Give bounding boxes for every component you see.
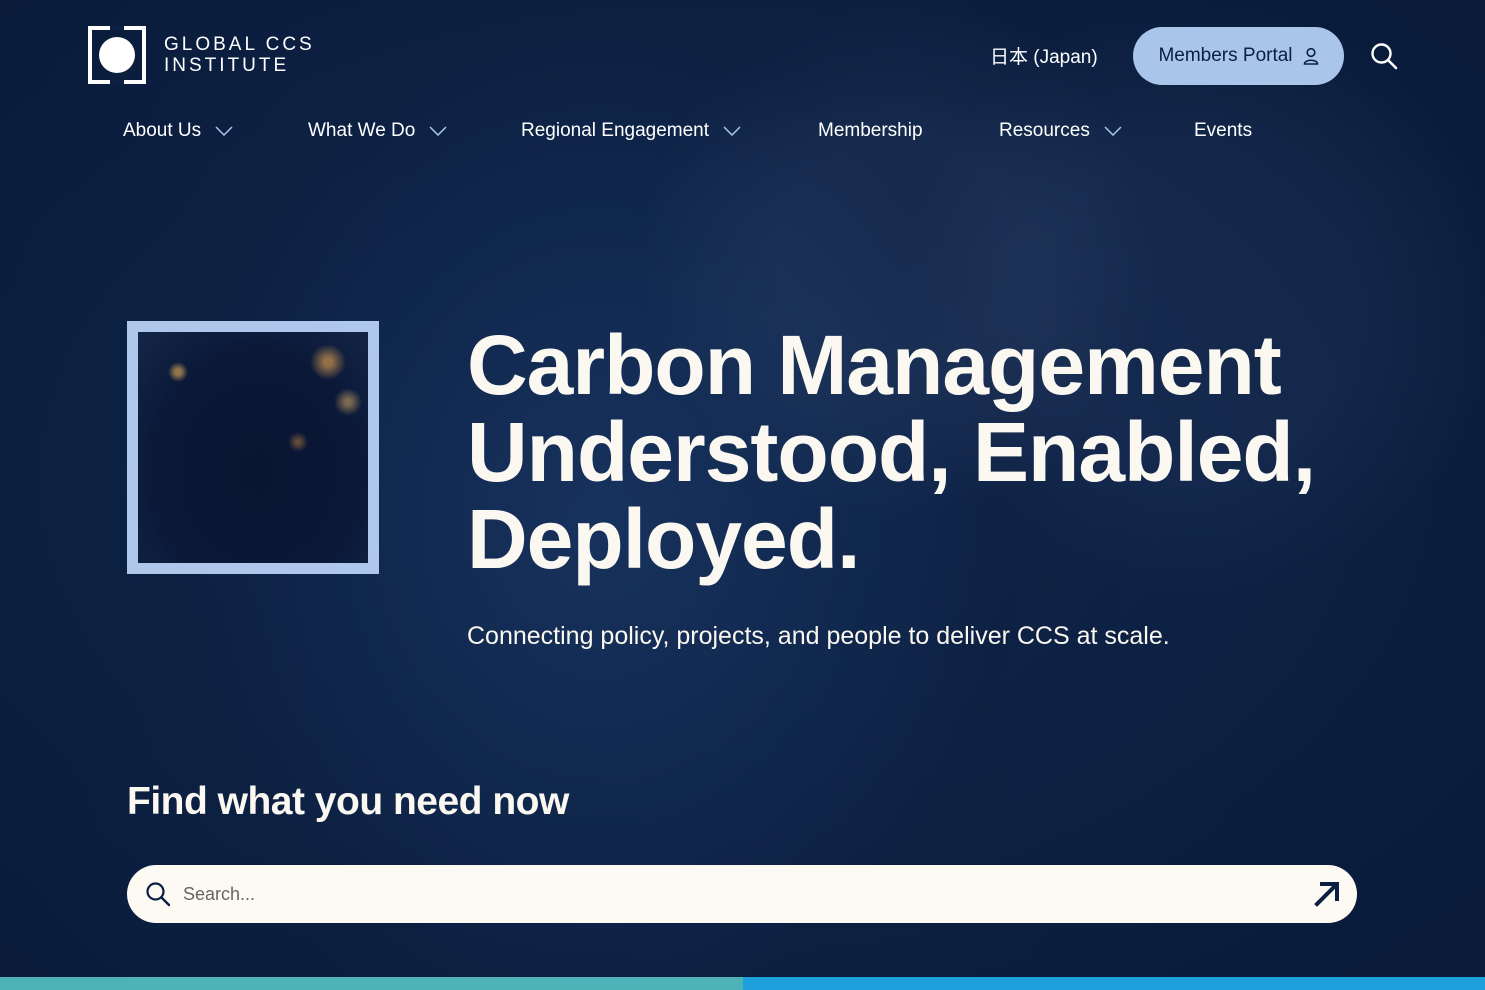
chevron-down-icon bbox=[723, 126, 741, 136]
site-logo[interactable]: GLOBAL CCS INSTITUTE bbox=[88, 26, 315, 84]
chevron-down-icon bbox=[215, 126, 233, 136]
logo-mark bbox=[88, 26, 146, 84]
find-section-title: Find what you need now bbox=[127, 780, 569, 823]
chevron-down-icon bbox=[1104, 126, 1122, 136]
nav-resources[interactable]: Resources bbox=[999, 120, 1122, 142]
chevron-down-icon bbox=[429, 126, 447, 136]
search-input[interactable] bbox=[183, 883, 1263, 905]
nav-membership[interactable]: Membership bbox=[818, 120, 923, 142]
search-icon[interactable] bbox=[1370, 42, 1398, 70]
nav-what-we-do[interactable]: What We Do bbox=[308, 120, 447, 142]
members-portal-button[interactable]: Members Portal bbox=[1133, 27, 1344, 85]
language-switcher[interactable]: 日本 (Japan) bbox=[990, 42, 1098, 69]
bottom-color-strip bbox=[0, 977, 1485, 990]
nav-about-us[interactable]: About Us bbox=[123, 120, 233, 142]
site-search-bar bbox=[127, 865, 1357, 923]
hero-subheadline: Connecting policy, projects, and people … bbox=[467, 622, 1170, 650]
earth-night-image bbox=[138, 332, 368, 563]
user-icon bbox=[1303, 47, 1318, 65]
hero-image-frame bbox=[127, 321, 379, 574]
nav-events[interactable]: Events bbox=[1194, 120, 1252, 142]
members-portal-label: Members Portal bbox=[1158, 45, 1293, 66]
hero-headline: Carbon Management Understood, Enabled, D… bbox=[467, 318, 1316, 586]
search-icon bbox=[146, 882, 171, 907]
nav-regional-engagement[interactable]: Regional Engagement bbox=[521, 120, 741, 142]
logo-text: GLOBAL CCS INSTITUTE bbox=[164, 34, 315, 76]
arrow-up-right-icon[interactable] bbox=[1313, 880, 1341, 908]
